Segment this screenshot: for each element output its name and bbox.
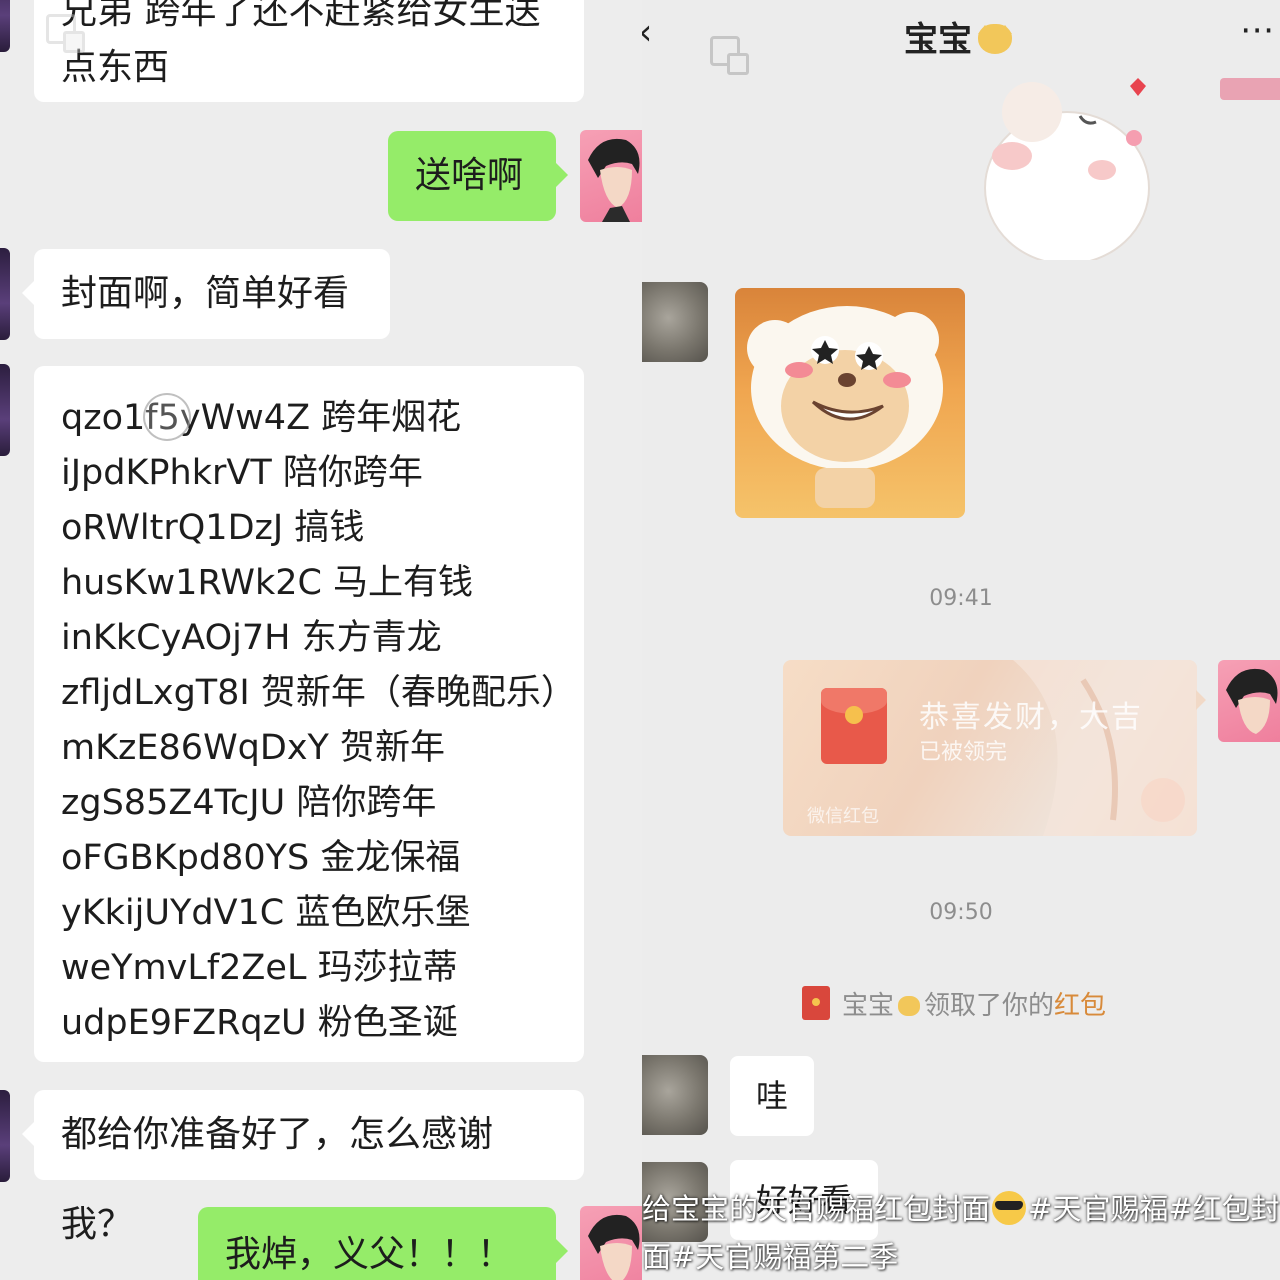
anime-boy-avatar-icon (588, 1214, 640, 1280)
contact-avatar[interactable] (0, 248, 10, 340)
code-line: husKw1RWk2C 马上有钱 (61, 563, 474, 603)
contact-avatar[interactable] (0, 0, 10, 52)
code-line: oRWltrQ1DzJ 搞钱 (61, 508, 365, 548)
code-line: udpE9FZRqzU 粉色圣诞 (61, 1003, 458, 1043)
notice-text: 领取了你的 (924, 991, 1055, 1021)
video-caption-line: 面#天官赐福第二季 (642, 1234, 1280, 1280)
back-icon[interactable]: ‹ (642, 12, 652, 53)
cat-face-icon (898, 996, 921, 1016)
cover-code-list[interactable]: qzo1f5yWw4Z 跨年烟花 iJpdKPhkrVT 陪你跨年 oRWltr… (34, 366, 584, 1062)
bunny-sticker[interactable] (972, 78, 1172, 260)
my-avatar[interactable] (580, 1206, 642, 1280)
message-text: 哇 (756, 1077, 789, 1115)
my-avatar[interactable] (580, 130, 642, 222)
code-line: zgS85Z4TcJU 陪你跨年 (61, 783, 437, 823)
contact-avatar[interactable] (642, 282, 708, 362)
floating-window-icon[interactable] (46, 14, 85, 53)
chat-title-text: 宝宝 (904, 20, 972, 60)
timestamp: 09:50 (929, 900, 993, 925)
code-line: yKkijUYdV1C 蓝色欧乐堡 (61, 893, 471, 933)
code-line: zfljdLxgT8I 贺新年（春晚配乐） (61, 673, 576, 713)
message-text: 兄弟 跨年了还不赶紧给女生送 (61, 0, 541, 32)
red-packet-footer: 微信红包 (807, 806, 879, 827)
message-text: 我焯，义父！！！ (225, 1234, 514, 1275)
notice-name: 宝宝 (842, 991, 895, 1021)
chat-header: ‹ 宝宝 ⋯ (642, 0, 1280, 75)
code-line: oFGBKpd80YS 金龙保福 (61, 838, 461, 878)
red-envelope-icon (821, 688, 887, 764)
red-packet-card[interactable]: 恭喜发财，大吉 已被领完 微信红包 (783, 660, 1197, 836)
contact-avatar[interactable] (0, 364, 10, 456)
anime-boy-avatar-icon (588, 138, 640, 222)
timestamp: 09:41 (929, 586, 993, 611)
my-avatar[interactable] (1220, 78, 1280, 100)
message-bubble[interactable]: 兄弟 跨年了还不赶紧给女生送 点东西 (34, 0, 584, 102)
message-text: 送啥啊 (415, 155, 524, 196)
contact-avatar[interactable] (0, 1090, 10, 1182)
message-bubble[interactable]: 都给你准备好了，怎么感谢我？ (22, 1090, 584, 1245)
code-line: mKzE86WqDxY 贺新年 (61, 728, 446, 768)
message-bubble-sent[interactable]: 我焯，义父！！！ (198, 1207, 568, 1280)
caption-text: 给宝宝的天官赐福红包封面 (642, 1192, 991, 1226)
red-envelope-icon (802, 986, 830, 1020)
more-icon[interactable]: ⋯ (1240, 10, 1276, 50)
my-avatar[interactable] (1218, 660, 1280, 742)
contact-avatar[interactable] (642, 1055, 708, 1135)
code-line: weYmvLf2ZeL 玛莎拉蒂 (61, 948, 458, 988)
right-chat-panel: ‹ 宝宝 ⋯ 09:41 (642, 0, 1280, 1280)
touch-indicator (143, 393, 191, 441)
system-notice: 宝宝 领取了你的红包 (802, 985, 1106, 1022)
left-chat-panel: 兄弟 跨年了还不赶紧给女生送 点东西 送啥啊 封面啊，简单好看 qzo1f5yW… (0, 0, 642, 1280)
bubble-tail (1196, 690, 1216, 710)
anime-boy-avatar-icon (1226, 668, 1278, 734)
notice-link[interactable]: 红包 (1054, 991, 1106, 1021)
message-bubble-sent[interactable]: 送啥啊 (388, 131, 568, 221)
code-line: iJpdKPhkrVT 陪你跨年 (61, 453, 423, 493)
red-packet-title: 恭喜发财，大吉 (919, 700, 1143, 735)
lazy-sheep-icon (747, 306, 943, 508)
message-bubble[interactable]: 哇 (730, 1056, 815, 1136)
red-packet-status: 已被领完 (919, 740, 1008, 765)
floating-window-icon[interactable] (710, 36, 749, 75)
video-caption-line: 给宝宝的天官赐福红包封面 #天官赐福#红包封 (642, 1186, 1280, 1232)
chat-title: 宝宝 (904, 12, 1012, 61)
code-line: qzo1f5yWw4Z 跨年烟花 (61, 398, 462, 438)
sunglasses-emoji-icon (992, 1191, 1027, 1225)
message-text: 点东西 (61, 47, 170, 88)
message-text: 封面啊，简单好看 (61, 273, 350, 314)
caption-hashtags[interactable]: 面#天官赐福第二季 (642, 1240, 898, 1274)
caption-hashtags[interactable]: #天官赐福#红包封 (1028, 1192, 1280, 1226)
cat-face-icon (978, 24, 1012, 54)
sheep-sticker[interactable] (735, 288, 965, 518)
code-line: inKkCyAOj7H 东方青龙 (61, 618, 442, 658)
message-bubble[interactable]: 封面啊，简单好看 (22, 249, 390, 339)
